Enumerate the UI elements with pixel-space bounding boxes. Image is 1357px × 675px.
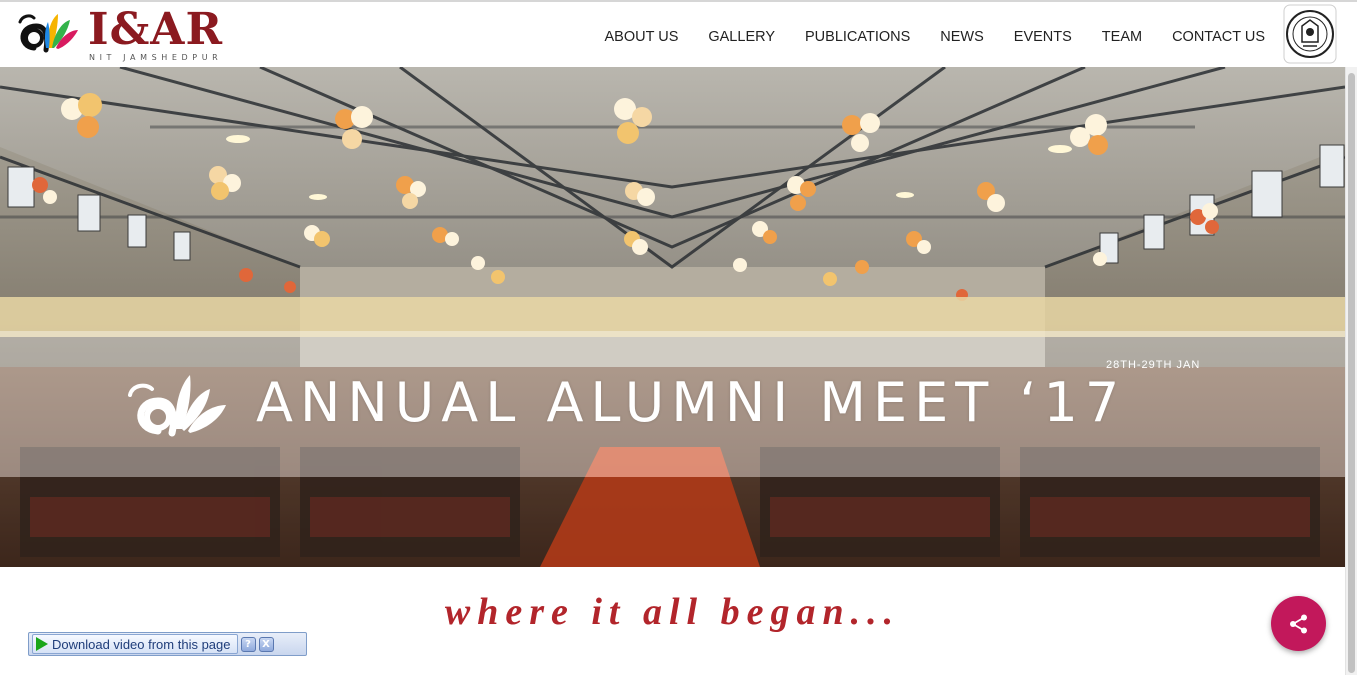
banner-title: ANNUAL ALUMNI MEET ‘17 [256, 371, 1127, 434]
tagline: where it all began... [444, 591, 901, 633]
nav-about-us[interactable]: ABOUT US [605, 26, 679, 48]
page-scrollbar[interactable] [1345, 67, 1357, 675]
page: I&AR NIT JAMSHEDPUR ABOUT US GALLERY PUB… [0, 0, 1357, 675]
nav-publications[interactable]: PUBLICATIONS [805, 26, 910, 48]
download-video-label: Download video from this page [52, 636, 231, 652]
site-logo[interactable]: I&AR NIT JAMSHEDPUR [12, 4, 242, 66]
help-icon[interactable]: ? [240, 636, 256, 652]
institute-crest-icon[interactable] [1283, 4, 1337, 64]
hero-banner: ANNUAL ALUMNI MEET ‘17 28TH-29TH JAN [0, 67, 1345, 567]
nav-contact-us[interactable]: CONTACT US [1172, 26, 1265, 48]
scrollbar-thumb[interactable] [1348, 73, 1355, 673]
nav-gallery[interactable]: GALLERY [708, 26, 775, 48]
nav-events[interactable]: EVENTS [1014, 26, 1072, 48]
banner-date: 28TH-29TH JAN [1106, 359, 1201, 371]
download-video-toolbar: Download video from this page ? X [28, 632, 307, 656]
play-icon [36, 637, 48, 651]
photo-shade [0, 477, 1345, 567]
nav-news[interactable]: NEWS [940, 26, 984, 48]
alumni-logo-white-icon [128, 375, 226, 437]
site-header: I&AR NIT JAMSHEDPUR ABOUT US GALLERY PUB… [0, 2, 1357, 67]
download-video-button[interactable]: Download video from this page [32, 634, 238, 654]
share-button[interactable] [1271, 596, 1326, 651]
main-nav: ABOUT US GALLERY PUBLICATIONS NEWS EVENT… [575, 26, 1266, 48]
alumni-logo-icon [18, 14, 78, 53]
logo-title: I&AR [88, 4, 224, 55]
nav-team[interactable]: TEAM [1102, 26, 1142, 48]
logo-subtitle: NIT JAMSHEDPUR [89, 53, 223, 62]
share-icon [1289, 614, 1307, 633]
close-icon[interactable]: X [258, 636, 274, 652]
